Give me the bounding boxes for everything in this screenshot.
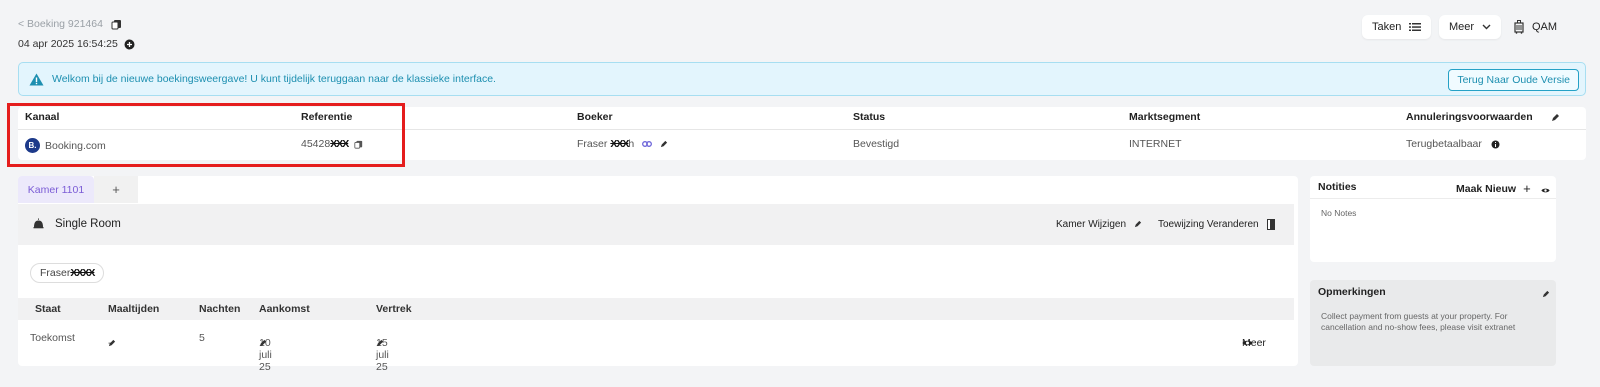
col-state: Staat	[35, 303, 61, 315]
more-label: Meer	[1449, 21, 1475, 33]
plus-icon: +	[1523, 181, 1531, 196]
pencil-icon[interactable]	[660, 138, 668, 150]
status-header: Status	[853, 111, 886, 123]
row-nights: 5	[199, 332, 205, 344]
eye-icon	[1242, 337, 1253, 349]
cancellation-header-label: Annuleringsvoorwaarden	[1406, 111, 1533, 123]
banner-text: Welkom bij de nieuwe boekingsweergave! U…	[52, 73, 496, 85]
chevron-down-icon	[1482, 21, 1491, 33]
table-row: Toekomst - 5 10 juli 25 15 juli 25 Meer	[18, 327, 1294, 373]
col-nights: Nachten	[199, 303, 241, 315]
status-value: Bevestigd	[853, 138, 900, 150]
change-room-label: Kamer Wijzigen	[1056, 219, 1127, 230]
booking-date: 04 apr 2025 16:54:25	[18, 38, 135, 50]
list-icon	[1409, 21, 1422, 33]
col-meals: Maaltijden	[108, 303, 160, 315]
luggage-icon	[1514, 20, 1524, 34]
add-note-button[interactable]: Maak Nieuw +	[1456, 181, 1531, 196]
col-arrival: Aankomst	[259, 303, 310, 315]
change-assignment-label: Toewijzing Veranderen	[1158, 219, 1259, 231]
info-icon[interactable]	[1491, 138, 1500, 150]
guest-redacted: XXXX	[70, 267, 95, 279]
guest-name: Fraser	[40, 267, 71, 279]
copy-icon[interactable]	[111, 18, 122, 30]
change-assignment-button[interactable]: Toewijzing Veranderen	[1158, 219, 1275, 230]
pencil-icon	[1134, 219, 1142, 230]
change-room-button[interactable]: Kamer Wijzigen	[1056, 219, 1142, 230]
segment-header: Marktsegment	[1129, 111, 1201, 123]
tasks-button[interactable]: Taken	[1362, 15, 1432, 39]
notes-panel: Notities Maak Nieuw + No Notes	[1310, 176, 1556, 262]
row-state: Toekomst	[30, 332, 75, 344]
booker-name: Fraser	[577, 138, 608, 150]
remarks-text: Collect payment from guests at your prop…	[1321, 311, 1516, 332]
room-name: Single Room	[55, 218, 121, 230]
guest-chip[interactable]: Fraser XXXX	[30, 263, 105, 283]
booker-redacted: XXX	[610, 138, 629, 150]
breadcrumb: < Boeking 921464	[18, 18, 122, 30]
remarks-title: Opmerkingen	[1318, 286, 1386, 298]
pencil-icon[interactable]	[108, 337, 116, 349]
table-header: Staat Maaltijden Nachten Aankomst Vertre…	[18, 298, 1294, 320]
add-room-tab[interactable]: +	[94, 176, 138, 203]
booker-header: Boeker	[577, 111, 613, 123]
bell-icon	[33, 218, 44, 230]
user-menu[interactable]: QAM	[1514, 20, 1557, 34]
pencil-icon[interactable]	[1551, 111, 1560, 123]
room-header: Single Room Kamer Wijzigen Toewijzing Ve…	[18, 204, 1294, 245]
notes-title: Notities	[1318, 181, 1357, 193]
notes-header: Notities Maak Nieuw +	[1310, 176, 1556, 199]
pencil-icon[interactable]	[259, 337, 267, 349]
door-icon	[1266, 219, 1275, 230]
notes-empty: No Notes	[1321, 208, 1357, 218]
pencil-icon[interactable]	[376, 337, 384, 349]
highlight-box	[7, 103, 405, 167]
cancellation-header: Annuleringsvoorwaarden	[1406, 111, 1560, 123]
booker-name-tail: h	[628, 138, 635, 150]
eye-icon[interactable]	[1541, 184, 1550, 196]
info-banner: Welkom bij de nieuwe boekingsweergave! U…	[18, 62, 1586, 96]
more-button[interactable]: Meer	[1439, 15, 1502, 39]
booker-value: Fraser XXX h	[577, 138, 668, 150]
back-link[interactable]: < Boeking 921464	[18, 18, 103, 30]
cancellation-value-text: Terugbetaalbaar	[1406, 138, 1482, 150]
remarks-panel: Opmerkingen Collect payment from guests …	[1310, 280, 1556, 366]
booking-date-text: 04 apr 2025 16:54:25	[18, 38, 118, 50]
room-card: Kamer 1101 + Single Room Kamer Wijzigen …	[18, 176, 1298, 373]
warning-icon	[29, 73, 44, 86]
tab-room-1101[interactable]: Kamer 1101	[18, 176, 94, 203]
add-note-label: Maak Nieuw	[1456, 182, 1517, 195]
user-label: QAM	[1532, 21, 1558, 33]
cancellation-value: Terugbetaalbaar	[1406, 138, 1500, 150]
old-version-button[interactable]: Terug Naar Oude Versie	[1448, 69, 1579, 91]
pencil-icon[interactable]	[1542, 288, 1550, 300]
link-icon[interactable]	[642, 138, 653, 150]
col-departure: Vertrek	[376, 303, 412, 315]
segment-value: INTERNET	[1129, 138, 1182, 150]
tasks-label: Taken	[1372, 21, 1402, 33]
plus-circle-icon[interactable]	[124, 38, 135, 50]
